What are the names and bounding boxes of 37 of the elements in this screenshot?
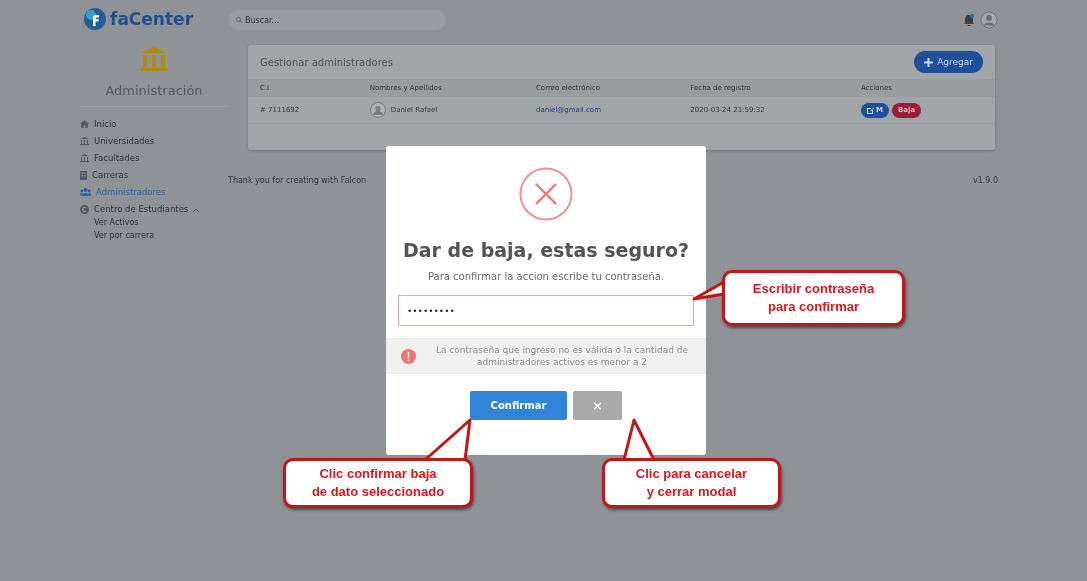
edit-icon <box>867 106 874 114</box>
warning-icon <box>401 348 416 364</box>
password-field[interactable]: ••••••••• <box>398 295 694 326</box>
modal-message: Para confirmar la accion escribe tu contraseña. <box>427 271 665 282</box>
avatar-icon <box>369 102 386 118</box>
nav-item[interactable]: Inicio <box>80 119 228 129</box>
plus-icon <box>924 57 934 67</box>
logo-icon <box>84 8 106 30</box>
modal-title: Dar de baja, estas seguro? <box>402 239 690 261</box>
brand-name: faCenter <box>110 9 194 29</box>
nav-item[interactable]: Universidades <box>80 136 228 146</box>
confirm-button[interactable]: Confirmar <box>470 391 567 421</box>
error-icon <box>519 167 573 221</box>
bank-icon <box>80 137 89 145</box>
callout-note: Escribir contraseña para confirmar <box>722 270 905 326</box>
cancel-button[interactable]: × <box>573 391 622 421</box>
section-title: Administración <box>80 83 228 107</box>
nav-item[interactable]: Facultades <box>80 153 228 163</box>
nav-subitem[interactable]: Ver por carrera <box>94 231 228 240</box>
bell-icon[interactable] <box>964 14 974 26</box>
nav-item[interactable]: Carreras <box>80 170 228 180</box>
card-title: Gestionar administradores <box>260 56 393 68</box>
search-icon <box>236 17 242 23</box>
search-field[interactable]: Buscar... <box>228 10 446 30</box>
version-label: v1.9.0 <box>972 176 998 185</box>
building-icon <box>80 170 87 180</box>
footer-text: Thank you for creating with Falcon <box>228 176 367 185</box>
error-message: La contraseña que ingreso no es válida o la cantidad de administradores activos es menor a 2 <box>435 344 689 369</box>
avatar-icon[interactable] <box>980 11 998 29</box>
add-button[interactable]: Agregar <box>914 51 983 73</box>
home-icon <box>80 120 89 128</box>
users-icon <box>80 188 91 196</box>
coin-icon <box>80 204 89 214</box>
nav-subitem[interactable]: Ver Activos <box>94 218 228 227</box>
nav-item[interactable]: Centro de Estudiantes <box>80 204 228 214</box>
bank-icon <box>141 47 167 71</box>
bank-icon <box>80 154 89 162</box>
